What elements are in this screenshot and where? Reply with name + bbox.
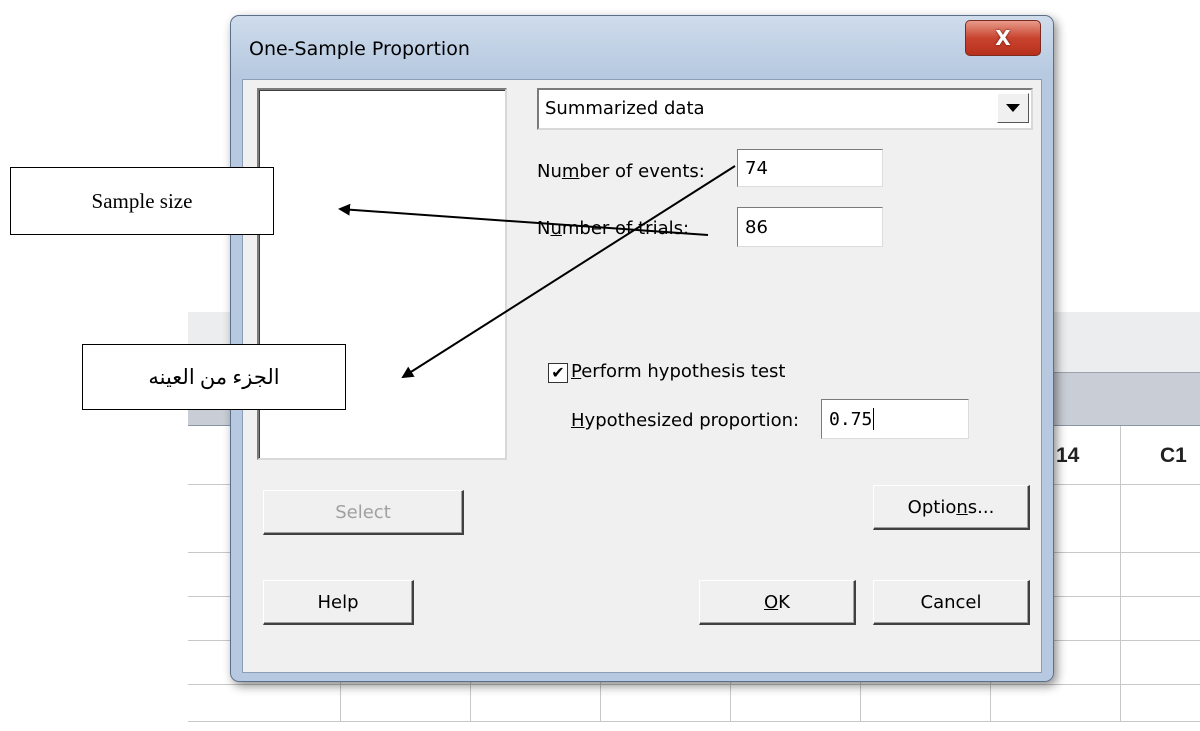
sample-part-callout: الجزء من العينه [82,344,346,410]
column-header-c15[interactable]: C1 [1160,444,1187,468]
select-button[interactable]: Select [263,490,464,535]
hypothesized-label: Hypothesized proportion: [571,410,800,431]
options-button[interactable]: Options... [873,485,1030,530]
one-sample-proportion-dialog: One-Sample Proportion X Summarized data … [230,15,1054,682]
events-label: Number of events: [537,161,705,182]
perform-test-label[interactable]: Perform hypothesis test [571,361,785,382]
events-field[interactable]: 74 [737,149,883,187]
trials-field[interactable]: 86 [737,207,883,247]
checkmark-icon: ✔ [551,363,565,382]
trials-label: Number of trials: [537,218,690,239]
perform-test-checkbox[interactable]: ✔ [548,363,568,383]
help-button[interactable]: Help [263,580,414,625]
dialog-client-area: Summarized data Number of events: 74 Num… [242,79,1042,673]
dialog-title: One-Sample Proportion [249,38,470,60]
data-mode-value: Summarized data [545,98,705,119]
close-icon: X [995,26,1011,50]
dropdown-button[interactable] [997,93,1029,123]
ok-button[interactable]: OK [699,580,856,625]
hypothesized-proportion-field[interactable]: 0.75 [821,399,969,439]
chevron-down-icon [1006,104,1020,112]
data-mode-dropdown[interactable]: Summarized data [537,88,1033,130]
sample-size-callout: Sample size [10,167,274,235]
column-header-c14[interactable]: 14 [1056,444,1079,468]
grid-col-line [1120,426,1121,722]
close-button[interactable]: X [965,20,1041,56]
text-caret [873,408,875,430]
cancel-button[interactable]: Cancel [873,580,1030,625]
